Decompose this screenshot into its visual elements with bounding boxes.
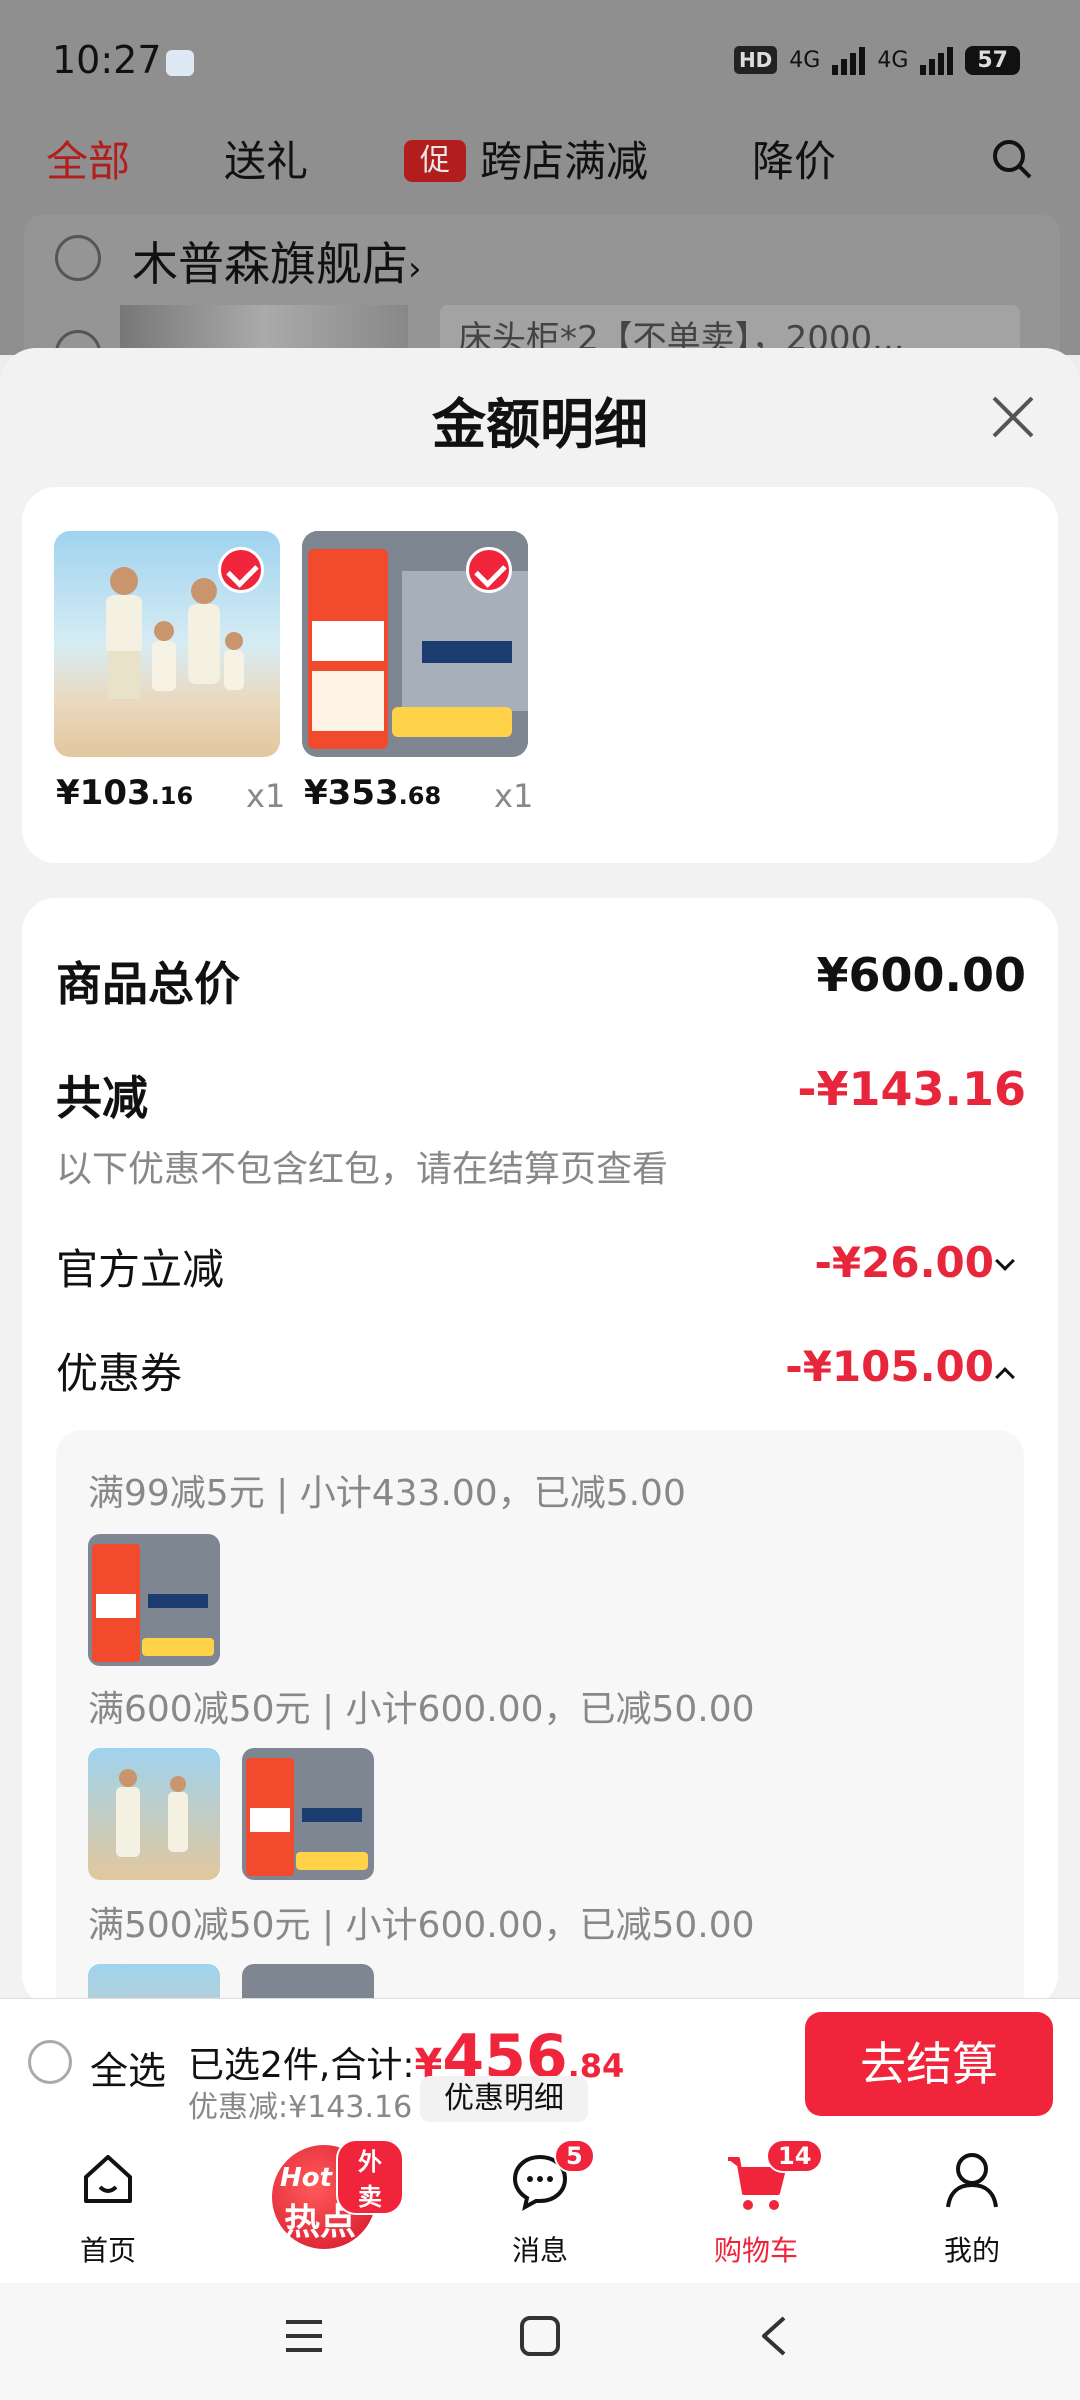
coupon-rule-1: 满99减5元 | 小计433.00，已减5.00 — [88, 1473, 686, 1514]
tab-home-label: 首页 — [79, 2234, 136, 2267]
home-button-icon[interactable] — [518, 2314, 562, 2358]
checkout-button[interactable]: 去结算 — [805, 2012, 1053, 2116]
swimwear-thumb-graphic — [116, 1769, 188, 1857]
tab-messages[interactable]: 5 消息 — [460, 2139, 620, 2275]
store-name[interactable]: 木普森旗舰店› — [132, 228, 422, 294]
total-discount-value: -¥143.16 — [797, 1062, 1026, 1116]
select-all-label[interactable]: 全选 — [90, 2040, 166, 2095]
tab-cart[interactable]: 14 购物车 — [676, 2139, 836, 2275]
selected-count-text: 已选2件,合计: — [188, 2045, 415, 2086]
coupon-detail-box: 满99减5元 | 小计433.00，已减5.00 满600减50元 | 小计60… — [56, 1430, 1024, 2096]
home-icon — [84, 2155, 132, 2203]
official-discount-value[interactable]: -¥26.00 — [814, 1238, 994, 1287]
product-image-ssd[interactable] — [302, 531, 528, 757]
coupon-item-ssd — [88, 1534, 220, 1666]
coupon-item-swimwear — [88, 1748, 220, 1880]
official-discount-label: 官方立减 — [56, 1245, 225, 1294]
product-qty-2: x1 — [494, 777, 534, 815]
goods-total-label: 商品总价 — [56, 957, 240, 1011]
coupon-rule-2: 满600减50元 | 小计600.00，已减50.00 — [88, 1689, 755, 1730]
product-image-swimwear[interactable] — [54, 531, 280, 757]
cart-badge: 14 — [766, 2139, 824, 2173]
back-icon[interactable] — [756, 2314, 792, 2358]
tab-cross-store[interactable]: 跨店满减 — [480, 128, 648, 189]
close-icon[interactable] — [988, 392, 1038, 442]
tab-price-drop[interactable]: 降价 — [752, 128, 836, 189]
tab-profile-label: 我的 — [943, 2234, 1000, 2267]
goods-total-value: ¥600.00 — [816, 948, 1026, 1002]
ssd-thumb-graphic-2 — [246, 1758, 368, 1876]
products-card: ¥103.16 x1 ¥353.68 x1 — [22, 487, 1058, 863]
tab-hot[interactable]: Hot 热点 外卖 — [244, 2139, 404, 2275]
hd-icon: HD — [733, 46, 778, 74]
hot-logo-text: Hot — [280, 2163, 333, 2193]
search-icon[interactable] — [990, 137, 1034, 181]
signal-icon — [832, 45, 866, 75]
product-qty-1: x1 — [246, 777, 286, 815]
tab-gift[interactable]: 送礼 — [224, 128, 308, 189]
tab-home[interactable]: 首页 — [28, 2145, 188, 2275]
coupon-value[interactable]: -¥105.00 — [785, 1342, 994, 1391]
status-time: 10:27 — [52, 38, 162, 82]
tab-cart-label: 购物车 — [713, 2234, 798, 2267]
product-price-1: ¥103.16 — [56, 773, 194, 813]
coupon-rule-3: 满500减50元 | 小计600.00，已减50.00 — [88, 1905, 755, 1946]
discount-detail-button[interactable]: 优惠明细 — [420, 2076, 588, 2122]
select-all-radio[interactable] — [28, 2040, 72, 2084]
battery-icon: 57 — [965, 45, 1020, 75]
takeaway-badge: 外卖 — [336, 2139, 404, 2215]
messages-badge: 5 — [554, 2139, 595, 2173]
store-radio[interactable] — [55, 235, 101, 281]
selected-check-icon — [218, 547, 264, 593]
tab-all[interactable]: 全部 — [46, 128, 130, 189]
tab-profile[interactable]: 我的 — [892, 2145, 1052, 2275]
total-discount-label: 共减 — [56, 1071, 148, 1125]
profile-icon — [946, 2153, 998, 2208]
discount-amount-text: 优惠减:¥143.16 — [188, 2090, 413, 2125]
network-4g-label-2: 4G — [877, 47, 909, 73]
ssd-thumb-graphic — [92, 1544, 214, 1662]
promo-badge: 促 — [404, 140, 466, 182]
coupon-item-ssd-2 — [242, 1748, 374, 1880]
tab-messages-label: 消息 — [511, 2234, 568, 2267]
sheet-title: 金额明细 — [432, 393, 648, 456]
product-price-2: ¥353.68 — [304, 773, 442, 813]
selected-check-icon — [466, 547, 512, 593]
menu-icon[interactable] — [282, 2316, 326, 2356]
status-indicators: HD 4G 4G 57 — [733, 40, 1020, 80]
coupon-label: 优惠券 — [56, 1349, 183, 1398]
discount-note: 以下优惠不包含红包，请在结算页查看 — [56, 1149, 669, 1190]
network-4g-label: 4G — [789, 47, 821, 73]
signal-icon-2 — [920, 45, 954, 75]
cloud-icon — [166, 50, 194, 76]
